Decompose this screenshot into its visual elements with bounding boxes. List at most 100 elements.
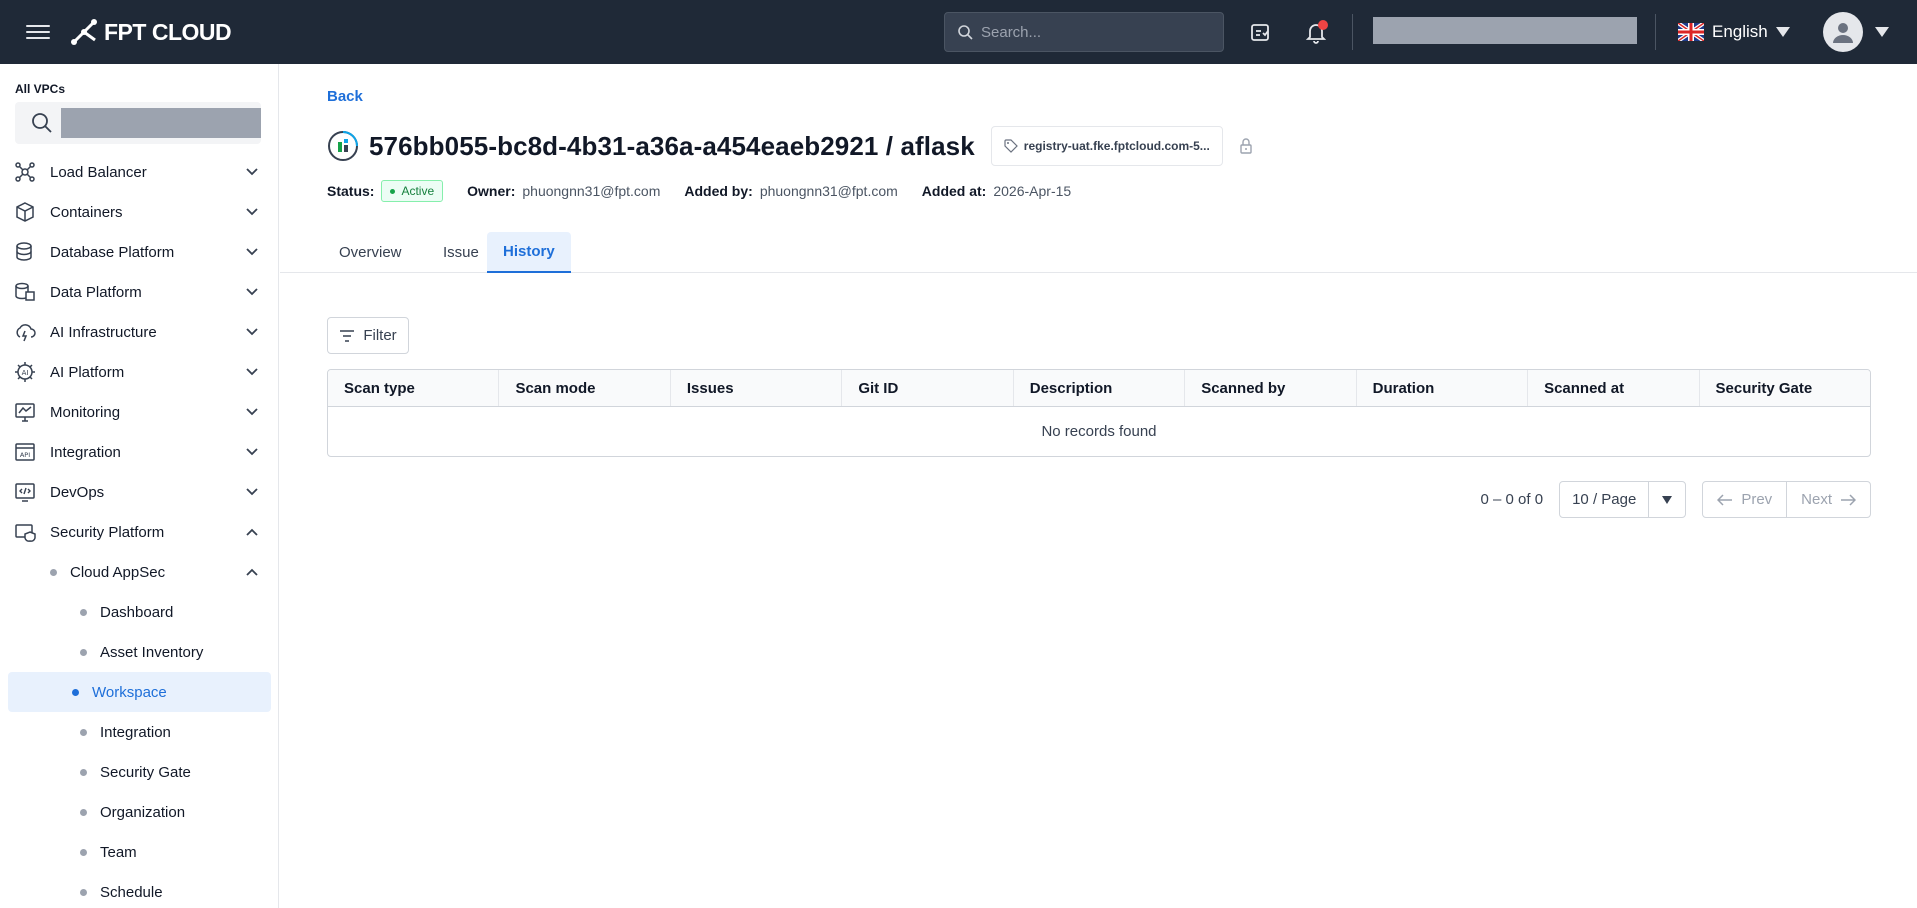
column-header-scan-type[interactable]: Scan type [328,370,500,406]
brand-logo[interactable]: FPT CLOUD [70,18,232,46]
sidebar-item-label: Integration [50,443,121,461]
notification-bell-icon[interactable] [1302,18,1330,46]
column-header-issues[interactable]: Issues [671,370,843,406]
sidebar-item-monitoring[interactable]: Monitoring [0,392,278,432]
next-page-button[interactable]: Next [1786,482,1870,517]
sidebar-item-security-gate[interactable]: Security Gate [8,752,271,792]
registry-tag[interactable]: registry-uat.fke.fptcloud.com-5... [990,126,1223,166]
added-by-value: phuongnn31@fpt.com [759,183,898,199]
chevron-down-icon [246,368,258,376]
sidebar-item-schedule[interactable]: Schedule [8,872,271,908]
title-row: 576bb055-bc8d-4b31-a36a-a454eaeb2921 / a… [327,126,1253,166]
status-label: Status: [327,183,375,199]
sidebar-item-label: Asset Inventory [100,643,204,661]
global-search[interactable] [944,12,1224,52]
column-header-scanned-at[interactable]: Scanned at [1528,370,1700,406]
chevron-down-icon [246,488,258,496]
sidebar-item-ai-platform[interactable]: AI AI Platform [0,352,278,392]
sidebar-item-label: AI Platform [50,363,125,381]
back-link[interactable]: Back [327,88,363,105]
sidebar-item-integration-sub[interactable]: Integration [8,712,271,752]
page-nav: Prev Next [1702,481,1871,518]
top-bar: FPT CLOUD English [0,0,1917,64]
sidebar-item-label: Database Platform [50,243,175,261]
sidebar-item-database-platform[interactable]: Database Platform [0,232,278,272]
tab-issue[interactable]: Issue [427,232,495,273]
status-text: Active [401,184,435,198]
search-icon [958,25,973,40]
sidebar-item-workspace[interactable]: Workspace [8,672,271,712]
sidebar-item-dashboard[interactable]: Dashboard [8,592,271,632]
security-icon [14,521,36,543]
bullet-dot [80,728,87,736]
vpc-selector[interactable] [15,102,261,144]
devops-icon [14,481,36,503]
sidebar-item-label: Schedule [100,883,163,901]
sidebar-item-data-platform[interactable]: Data Platform [0,272,278,312]
chevron-down-icon[interactable] [1875,27,1889,37]
sidebar-item-load-balancer[interactable]: Load Balancer [0,152,278,192]
sidebar-item-label: Cloud AppSec [70,563,166,581]
sidebar-item-security-platform[interactable]: Security Platform [0,512,278,552]
sidebar-item-devops[interactable]: DevOps [0,472,278,512]
search-icon [32,113,52,133]
added-by-label: Added by: [684,183,753,199]
brand-name: FPT CLOUD [104,18,232,45]
sidebar-item-organization[interactable]: Organization [8,792,271,832]
status-badge: Active [381,180,444,202]
sidebar: All VPCs Load Balancer Containers Databa… [0,64,279,908]
hamburger-menu-icon[interactable] [26,21,50,43]
chevron-down-icon [1649,482,1685,517]
sidebar-item-team[interactable]: Team [8,832,271,872]
tab-history[interactable]: History [487,232,571,273]
sidebar-item-label: Dashboard [100,603,174,621]
sidebar-item-label: Containers [50,203,123,221]
empty-state: No records found [1041,423,1157,440]
sidebar-item-cloud-appsec[interactable]: Cloud AppSec [0,552,278,592]
sidebar-item-label: Team [100,843,137,861]
sidebar-item-label: Load Balancer [50,163,147,181]
bullet-dot [80,648,87,656]
page-title: 576bb055-bc8d-4b31-a36a-a454eaeb2921 / a… [369,130,975,161]
added-at-label: Added at: [921,183,987,199]
prev-page-button[interactable]: Prev [1703,482,1786,517]
uk-flag-icon [1678,23,1704,41]
added-at-value: 2026-Apr-15 [993,183,1072,199]
sidebar-item-label: Security Gate [100,763,191,781]
sidebar-item-asset-inventory[interactable]: Asset Inventory [8,632,271,672]
bullet-dot [50,568,57,576]
pagination-range: 0 – 0 of 0 [1480,491,1544,508]
column-header-description[interactable]: Description [1014,370,1186,406]
tickets-icon[interactable] [1246,18,1274,46]
column-header-security-gate[interactable]: Security Gate [1700,370,1870,406]
chevron-down-icon [246,328,258,336]
prev-label: Prev [1741,491,1773,508]
filter-label: Filter [363,327,397,344]
filter-button[interactable]: Filter [327,317,409,354]
language-selector[interactable]: English [1678,18,1790,46]
column-header-git-id[interactable]: Git ID [842,370,1014,406]
tab-overview[interactable]: Overview [323,232,418,273]
sidebar-item-ai-infrastructure[interactable]: AI Infrastructure [0,312,278,352]
page-size-value: 10 / Page [1560,482,1650,517]
registry-label: registry-uat.fke.fptcloud.com-5... [1023,139,1210,153]
column-header-scanned-by[interactable]: Scanned by [1185,370,1357,406]
sidebar-item-label: Data Platform [50,283,142,301]
column-header-scan-mode[interactable]: Scan mode [499,370,671,406]
next-label: Next [1801,491,1832,508]
column-header-duration[interactable]: Duration [1357,370,1529,406]
load-balancer-icon [14,161,36,183]
page-size-select[interactable]: 10 / Page [1559,481,1687,518]
search-input[interactable] [981,23,1201,41]
sidebar-item-integration[interactable]: API Integration [0,432,278,472]
sidebar-item-label: Monitoring [50,403,121,421]
ai-platform-icon: AI [14,361,36,383]
tab-bar: Overview Issue History [280,232,1917,273]
sidebar-item-containers[interactable]: Containers [0,192,278,232]
chevron-down-icon [246,288,258,296]
chevron-down-icon [246,248,258,256]
vpc-label: All VPCs [15,82,66,96]
owner-label: Owner: [467,183,516,199]
user-avatar[interactable] [1823,12,1863,52]
chevron-down-icon [246,208,258,216]
